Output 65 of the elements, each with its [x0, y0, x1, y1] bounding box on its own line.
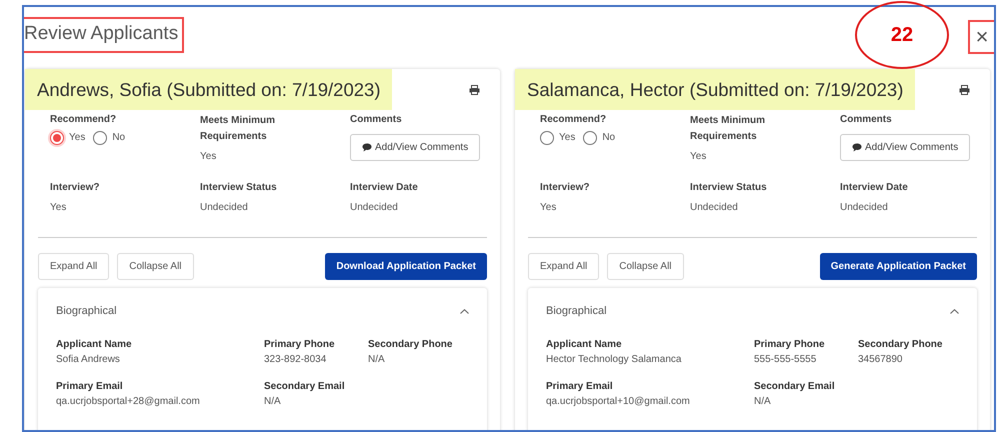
field-value: Yes [690, 150, 708, 164]
annotation-circle: 22 [855, 1, 949, 69]
radio-option[interactable]: Yes [540, 130, 576, 145]
chevron-up-icon[interactable] [460, 308, 469, 314]
field-value: qa.ucrjobsportal+10@gmail.com [546, 394, 691, 408]
toolbar-button[interactable]: Expand All [528, 253, 600, 280]
toolbar-button[interactable]: Collapse All [117, 253, 194, 280]
field-label: Meets Minimum Requirements [200, 114, 276, 144]
field-value: 34567890 [858, 352, 904, 366]
field-label: Meets Minimum Requirements [690, 114, 766, 144]
add-comments-button[interactable]: Add/View Comments [350, 134, 480, 161]
field-label: Applicant Name [56, 338, 133, 350]
field-value: N/A [368, 352, 386, 366]
field-label: Secondary Phone [368, 338, 454, 350]
radio-option[interactable]: No [93, 130, 126, 145]
field-label: Primary Phone [264, 338, 336, 350]
field-value: Yes [540, 201, 558, 215]
field-value: N/A [754, 394, 772, 408]
speech-bubble-icon [362, 143, 372, 152]
applicant-header: Andrews, Sofia (Submitted on: 7/19/2023) [25, 69, 392, 110]
field-value: N/A [264, 394, 282, 408]
field-label: Secondary Email [754, 380, 836, 392]
field-value: Undecided [200, 201, 249, 215]
field-value: Yes [50, 201, 68, 215]
toolbar-button[interactable]: Expand All [38, 253, 110, 280]
field-value: 555-555-5555 [754, 352, 818, 366]
field-value: Yes [200, 150, 218, 164]
print-icon[interactable] [469, 84, 480, 94]
field-label: Interview? [50, 181, 100, 194]
radio-option[interactable]: Yes [50, 130, 86, 145]
close-button[interactable]: × [968, 20, 994, 54]
field-label: Interview? [540, 181, 590, 194]
field-label: Primary Phone [754, 338, 826, 350]
packet-button[interactable]: Generate Application Packet [820, 253, 977, 280]
field-label: Interview Date [840, 181, 909, 194]
field-value: Undecided [840, 201, 889, 215]
field-label: Comments [840, 113, 892, 126]
field-value: qa.ucrjobsportal+28@gmail.com [56, 394, 201, 408]
field-label: Secondary Email [264, 380, 346, 392]
field-label: Comments [350, 113, 402, 126]
section-title: Biographical [546, 304, 607, 319]
section-title: Biographical [56, 304, 117, 319]
field-value: Undecided [690, 201, 739, 215]
field-label: Interview Status [200, 181, 278, 194]
applicant-header: Salamanca, Hector (Submitted on: 7/19/2023) [515, 69, 916, 110]
add-comments-button[interactable]: Add/View Comments [840, 134, 970, 161]
field-label: Applicant Name [546, 338, 623, 350]
print-icon[interactable] [959, 84, 970, 94]
field-value: 323-892-8034 [264, 352, 328, 366]
field-value: Sofia Andrews [56, 352, 121, 366]
field-label: Recommend? [540, 113, 608, 126]
dialog-title: Review Applicants [24, 23, 178, 44]
field-label: Interview Date [350, 181, 419, 194]
field-label: Primary Email [546, 380, 614, 392]
speech-bubble-icon [852, 143, 862, 152]
field-label: Secondary Phone [858, 338, 944, 350]
field-label: Recommend? [50, 113, 118, 126]
radio-option[interactable]: No [583, 130, 616, 145]
field-label: Primary Email [56, 380, 124, 392]
packet-button[interactable]: Download Application Packet [325, 253, 487, 280]
toolbar-button[interactable]: Collapse All [607, 253, 684, 280]
field-value: Undecided [350, 201, 399, 215]
field-value: Hector Technology Salamanca [546, 352, 682, 366]
chevron-up-icon[interactable] [950, 308, 959, 314]
field-label: Interview Status [690, 181, 768, 194]
